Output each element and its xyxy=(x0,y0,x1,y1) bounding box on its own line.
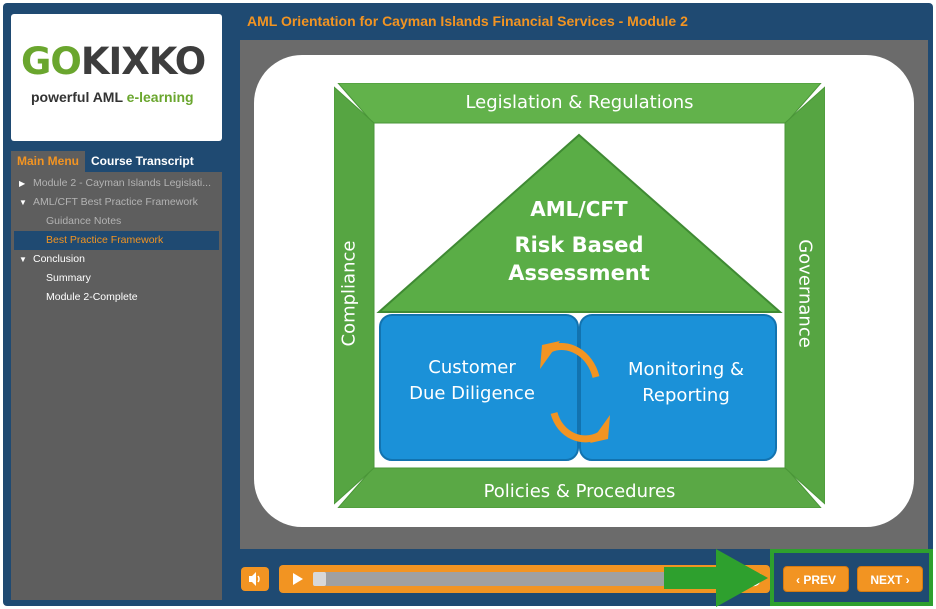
chevron-right-icon: › xyxy=(902,573,910,587)
menu-tabs: Main Menu Course Transcript xyxy=(11,151,222,172)
course-title: AML Orientation for Cayman Islands Finan… xyxy=(247,13,688,29)
speaker-icon xyxy=(249,572,260,586)
compliance-label: Compliance xyxy=(338,240,360,347)
menu-item-module-2-complete[interactable]: Module 2-Complete xyxy=(11,288,222,307)
triangle-down-icon: ▼ xyxy=(19,255,27,264)
cdd-line1: Customer xyxy=(428,357,516,378)
menu-item-summary[interactable]: Summary xyxy=(11,269,222,288)
menu-item-conclusion[interactable]: ▼ Conclusion xyxy=(11,250,222,269)
prev-button[interactable]: ‹ PREV xyxy=(783,566,849,592)
framework-graphic xyxy=(334,83,825,508)
menu-item-module-2[interactable]: ▶ Module 2 - Cayman Islands Legislati... xyxy=(11,174,222,193)
menu-item-guidance-notes[interactable]: Guidance Notes xyxy=(11,212,222,231)
brand-wordmark: GOKIXKO xyxy=(21,40,206,83)
triangle-right-icon: ▶ xyxy=(19,179,26,188)
menu-item-best-practice-framework[interactable]: Best Practice Framework xyxy=(14,231,219,250)
roof-triangle xyxy=(376,133,783,313)
next-button[interactable]: NEXT › xyxy=(857,566,923,592)
monitoring-line1: Monitoring & xyxy=(627,359,744,380)
menu-item-best-practice-framework-section[interactable]: ▼ AML/CFT Best Practice Framework xyxy=(11,193,222,212)
play-button[interactable] xyxy=(285,569,309,589)
brand-tagline: powerful AML e-learning xyxy=(31,89,194,105)
tab-main-menu[interactable]: Main Menu xyxy=(11,151,85,172)
course-menu: ▶ Module 2 - Cayman Islands Legislati...… xyxy=(11,172,222,600)
seek-progress xyxy=(313,572,326,586)
roof-aml-cft: AML/CFT xyxy=(530,197,628,221)
legislation-label: Legislation & Regulations xyxy=(465,92,694,113)
roof-assessment: Assessment xyxy=(508,261,650,285)
best-practice-framework-diagram: Legislation & Regulations Policies & Pro… xyxy=(334,83,825,508)
policies-label: Policies & Procedures xyxy=(483,481,676,502)
governance-label: Governance xyxy=(794,239,816,348)
green-pointer-arrow-icon xyxy=(664,549,768,607)
monitoring-line2: Reporting xyxy=(642,385,730,406)
roof-risk-based: Risk Based xyxy=(514,233,644,257)
tab-course-transcript[interactable]: Course Transcript xyxy=(85,151,200,172)
cdd-line2: Due Diligence xyxy=(409,383,535,404)
triangle-down-icon: ▼ xyxy=(19,198,27,207)
play-icon xyxy=(293,573,303,585)
volume-button[interactable] xyxy=(241,567,269,591)
logo: GOKIXKO powerful AML e-learning xyxy=(11,14,222,141)
